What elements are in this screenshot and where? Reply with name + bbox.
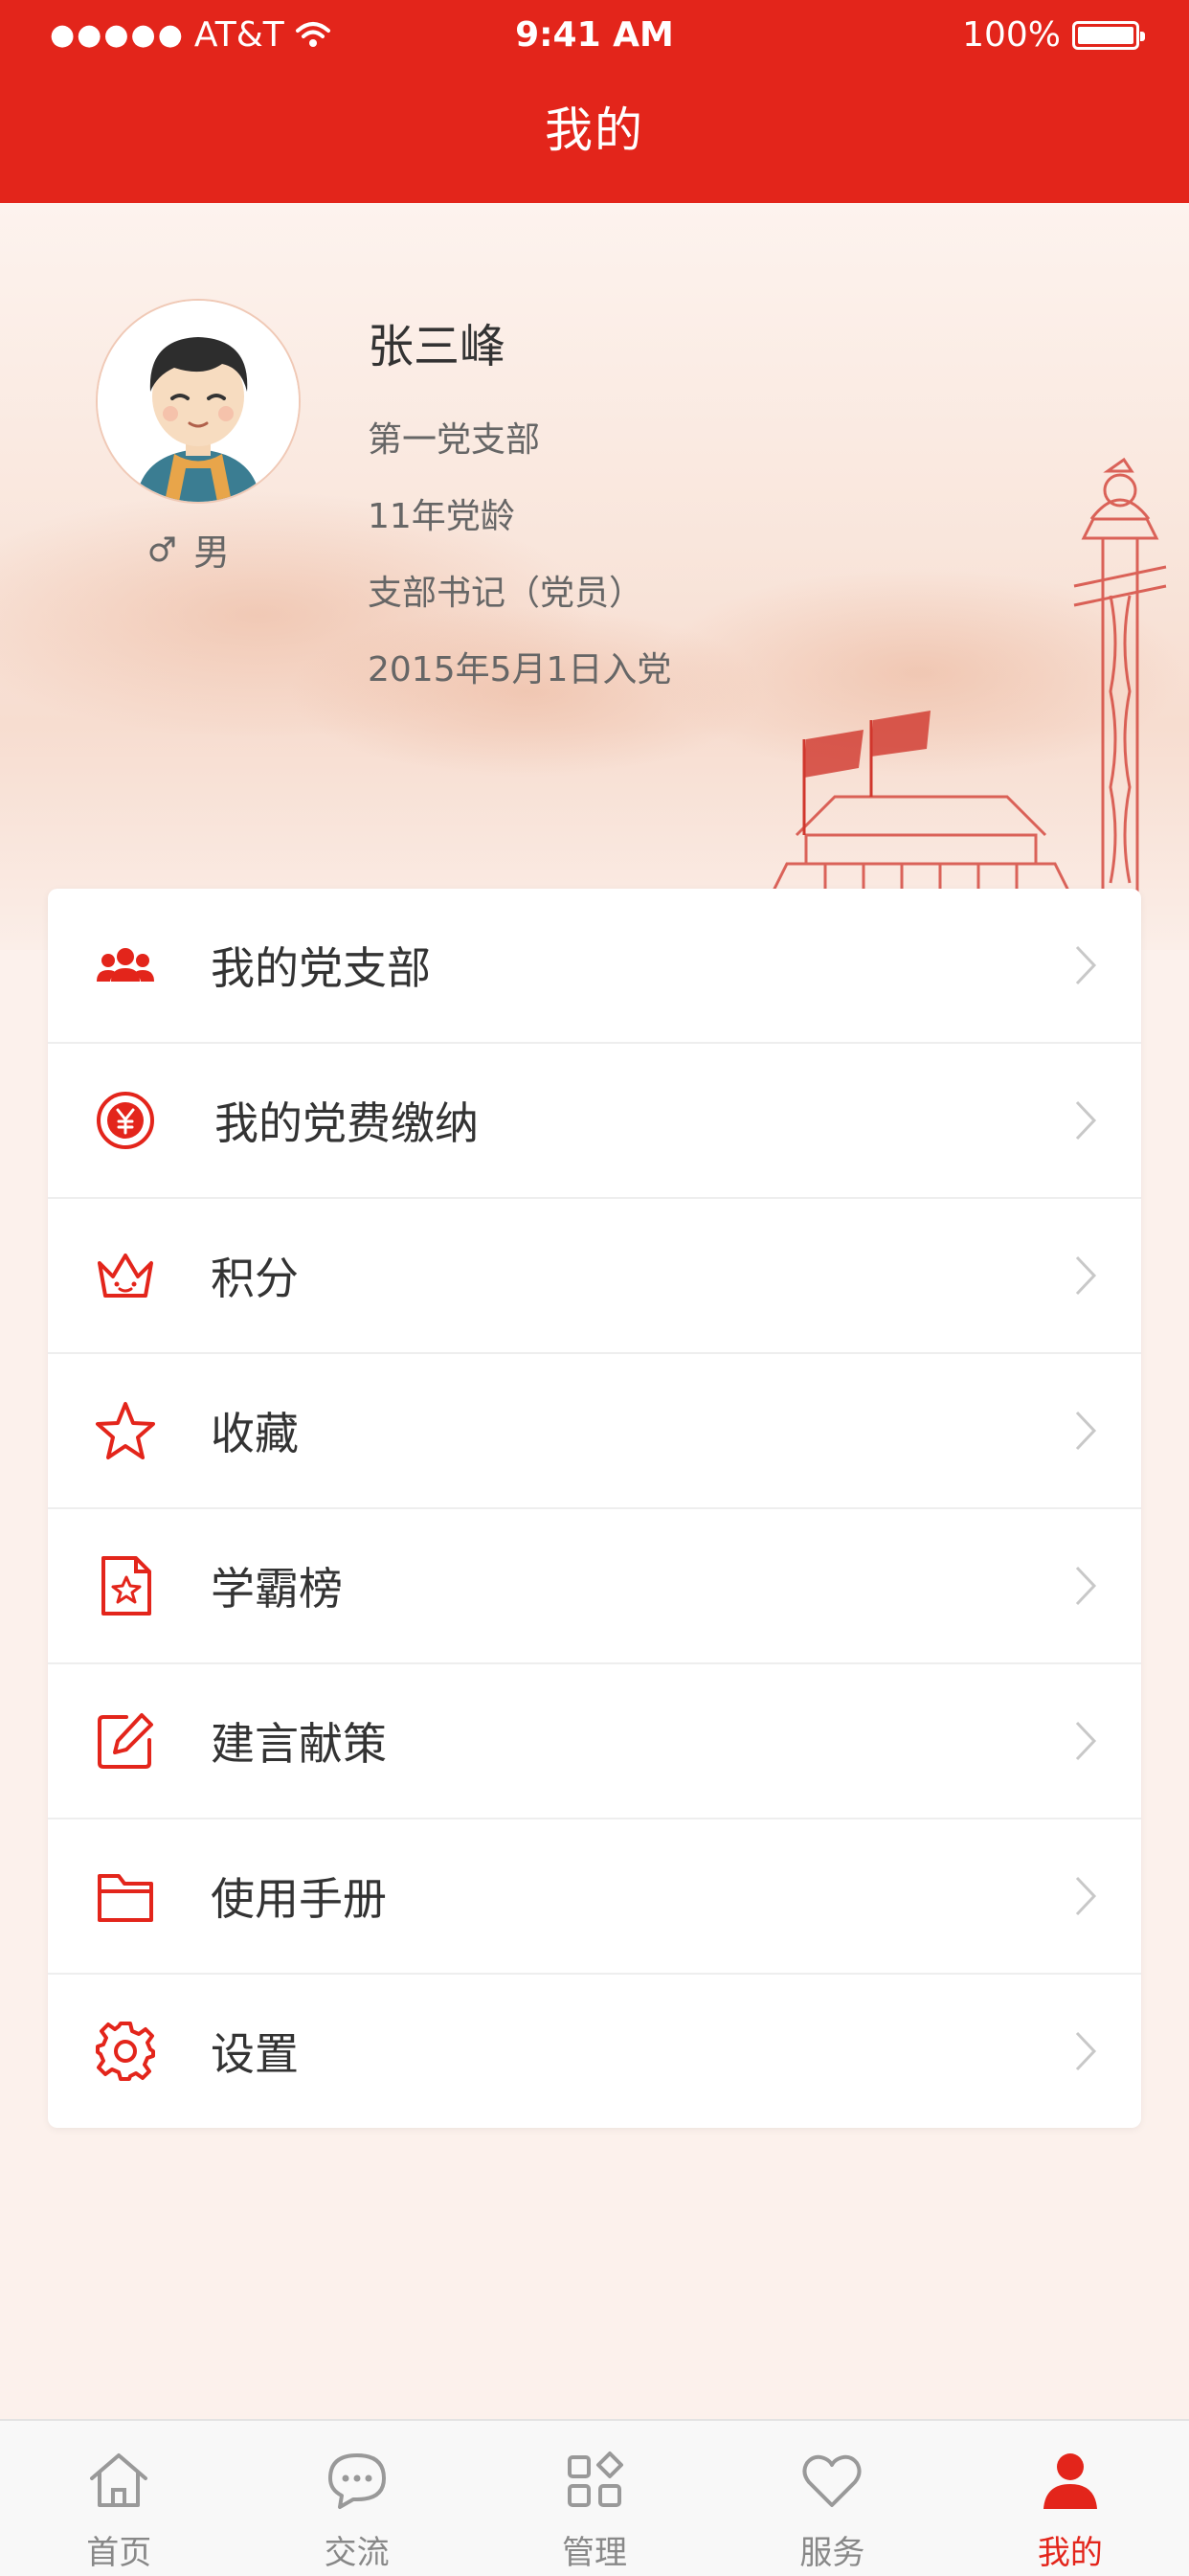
grid-icon <box>568 2452 624 2507</box>
menu-item-label: 积分 <box>211 1253 299 1304</box>
tab-label: 首页 <box>86 2534 152 2572</box>
status-bar: ●●●●● AT&T 9:41 AM 100% <box>0 0 1189 73</box>
tab-home[interactable]: 首页 <box>0 2421 237 2576</box>
battery-icon <box>1072 20 1145 50</box>
crown-icon <box>98 1254 153 1298</box>
menu-item-suggestions[interactable]: 建言献策 <box>48 1664 1141 1819</box>
menu-item-settings[interactable]: 设置 <box>48 1975 1141 2128</box>
menu-item-leaderboard[interactable]: 学霸榜 <box>48 1509 1141 1664</box>
chat-icon <box>327 2453 386 2509</box>
chevron-right-icon <box>1075 1721 1097 1761</box>
gear-icon <box>96 2022 155 2081</box>
menu-item-label: 收藏 <box>211 1408 299 1459</box>
menu-item-my-branch[interactable]: 我的党支部 <box>48 889 1141 1044</box>
star-document-icon <box>101 1556 151 1616</box>
menu-item-points[interactable]: 积分 <box>48 1199 1141 1354</box>
party-age: 11年党龄 <box>368 497 515 536</box>
menu-item-label: 使用手册 <box>211 1873 387 1925</box>
party-role: 支部书记（党员） <box>368 574 644 613</box>
menu-item-label: 我的党费缴纳 <box>214 1097 479 1149</box>
tab-manage[interactable]: 管理 <box>476 2421 713 2576</box>
chevron-right-icon <box>1075 1100 1097 1141</box>
home-icon <box>90 2453 148 2507</box>
user-name: 张三峰 <box>368 320 506 373</box>
tiananmen-illustration <box>747 457 1167 931</box>
profile-section: 男 张三峰 第一党支部 11年党龄 支部书记（党员） 2015年5月1日入党 <box>0 203 1189 950</box>
menu-item-favorites[interactable]: 收藏 <box>48 1354 1141 1509</box>
chevron-right-icon <box>1075 1876 1097 1916</box>
menu-item-label: 我的党支部 <box>211 942 431 994</box>
chevron-right-icon <box>1075 1566 1097 1606</box>
tab-label: 管理 <box>562 2534 628 2572</box>
battery-info: 100% <box>962 15 1145 55</box>
chevron-right-icon <box>1075 2031 1097 2071</box>
page-title: 我的 <box>545 102 644 158</box>
heart-icon <box>802 2454 862 2507</box>
gender-info: 男 <box>147 523 230 576</box>
folder-icon <box>98 1874 153 1922</box>
edit-icon <box>98 1713 153 1769</box>
menu-list: 我的党支部 我的党费缴纳 积分 收藏 学霸榜 建言献策 使用手册 设置 <box>48 889 1141 2128</box>
chevron-right-icon <box>1075 945 1097 985</box>
menu-item-dues[interactable]: 我的党费缴纳 <box>48 1044 1141 1199</box>
tab-chat[interactable]: 交流 <box>237 2421 475 2576</box>
male-icon <box>149 536 175 561</box>
top-bar: ●●●●● AT&T 9:41 AM 100% 我的 <box>0 0 1189 203</box>
tab-service[interactable]: 服务 <box>713 2421 951 2576</box>
star-icon <box>96 1402 155 1459</box>
party-branch: 第一党支部 <box>368 420 541 460</box>
join-date: 2015年5月1日入党 <box>368 650 672 689</box>
person-icon <box>1043 2453 1097 2509</box>
battery-percent: 100% <box>962 15 1061 55</box>
avatar[interactable] <box>96 299 301 504</box>
menu-item-manual[interactable]: 使用手册 <box>48 1819 1141 1975</box>
tab-mine[interactable]: 我的 <box>952 2421 1189 2576</box>
menu-item-label: 学霸榜 <box>211 1563 343 1615</box>
people-icon <box>97 948 154 982</box>
chevron-right-icon <box>1075 1411 1097 1451</box>
menu-item-label: 设置 <box>211 2028 299 2080</box>
yuan-icon <box>97 1092 154 1149</box>
menu-item-label: 建言献策 <box>211 1718 387 1770</box>
gender-label: 男 <box>193 531 231 574</box>
avatar-illustration <box>98 301 299 502</box>
tab-label: 服务 <box>799 2534 865 2572</box>
chevron-right-icon <box>1075 1255 1097 1296</box>
tab-label: 交流 <box>324 2534 390 2572</box>
tab-bar: 首页 交流 管理 服务 我的 <box>0 2419 1189 2576</box>
tab-label: 我的 <box>1037 2534 1103 2572</box>
